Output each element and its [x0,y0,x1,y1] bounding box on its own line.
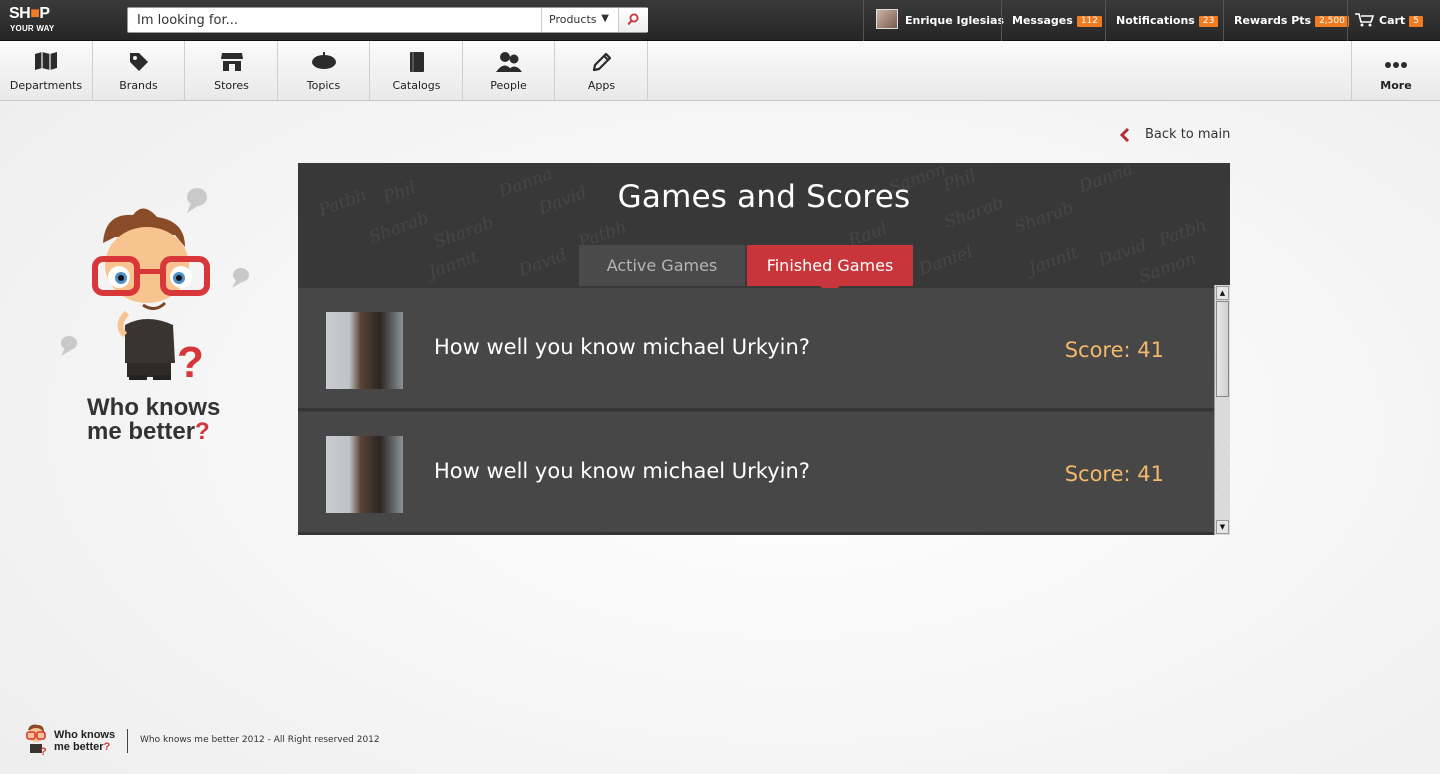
search-icon [627,13,639,26]
footer-brand: Who knows me better? [54,729,115,753]
tag-icon [129,53,148,71]
player-avatar [326,312,403,389]
nav-item-departments[interactable]: Departments [0,41,93,100]
nav-label-more: More [1380,79,1412,92]
top-bar: SH■P YOUR WAY Products ▼ Enrique Iglesia… [0,0,1440,41]
logo-text-sh: SH [9,5,31,22]
footer-brand-question: ? [103,741,111,753]
brand-title-question: ? [195,418,210,445]
nav-item-apps[interactable]: Apps [556,41,648,100]
mascot-illustration: ? [61,188,249,385]
notifications-menu[interactable]: Notifications 23 [1105,0,1223,41]
scrollbar-thumb[interactable] [1216,301,1229,397]
game-question: How well you know michael Urkyin? [434,335,810,359]
nav-label-departments: Departments [9,79,83,92]
map-icon [35,52,57,70]
logo-text-p: P [39,5,50,22]
messages-menu[interactable]: Messages 112 [1001,0,1105,41]
games-list: How well you know michael Urkyin? Score:… [298,288,1214,535]
nav-item-topics[interactable]: Topics [278,41,370,100]
page-title: Games and Scores [617,179,911,215]
shop-your-way-logo[interactable]: SH■P YOUR WAY [9,5,69,35]
ellipsis-icon [1385,62,1407,68]
cart-count-badge: 5 [1409,16,1423,27]
scroll-down-arrow-icon[interactable]: ▼ [1216,520,1229,534]
nav-label-brands: Brands [119,79,158,92]
nav-item-people[interactable]: People [463,41,555,100]
user-name: Enrique Iglesias [905,14,1005,27]
list-item[interactable]: How well you know michael Urkyin? Score:… [298,288,1214,411]
messages-label: Messages [1012,14,1073,27]
question-mark-icon: ? [177,338,204,385]
nav-item-catalogs[interactable]: Catalogs [371,41,463,100]
user-avatar [876,9,898,29]
tab-active-games[interactable]: Active Games [579,245,745,286]
pencil-icon [592,52,611,72]
game-score: Score: 41 [1064,338,1164,362]
search-bar: Products ▼ [127,7,648,33]
footer-mascot-icon: ? [26,724,47,756]
svg-text:?: ? [40,746,47,756]
catalog-icon [409,52,424,72]
people-icon [495,52,522,72]
footer-divider [127,729,128,753]
brand-title-line1: Who knows [87,394,221,421]
game-question: How well you know michael Urkyin? [434,459,810,483]
brand-title-line2: me better [87,418,196,445]
notifications-label: Notifications [1116,14,1195,27]
footer-brand-line1: Who knows [54,729,116,741]
messages-count-badge: 112 [1076,16,1102,27]
rewards-menu[interactable]: Rewards Pts 2,500 [1223,0,1349,41]
nav-label-stores: Stores [214,79,249,92]
user-profile-menu[interactable]: Enrique Iglesias [863,0,1005,41]
main-nav: Departments Brands Stores Topics Catalog… [0,41,1440,101]
logo-tagline: YOUR WAY [10,24,55,33]
cart-menu[interactable]: Cart 5 [1347,0,1440,41]
nav-item-stores[interactable]: Stores [186,41,278,100]
rewards-count-badge: 2,500 [1315,16,1349,27]
games-panel: Patbh Phil Danna David Sharab Sharab Pat… [298,163,1230,535]
dropdown-caret-icon: ▼ [601,13,609,24]
nav-label-topics: Topics [306,79,341,92]
nav-label-catalogs: Catalogs [392,79,441,92]
search-category-select[interactable]: Products ▼ [541,8,618,32]
back-to-main-label: Back to main [1145,127,1231,142]
search-button[interactable] [618,8,648,32]
scroll-up-arrow-icon[interactable]: ▲ [1216,286,1229,300]
store-icon [220,53,243,71]
rewards-label: Rewards Pts [1234,14,1312,27]
cart-icon [1355,13,1375,27]
footer-brand-line2: me better [54,741,104,753]
chevron-left-icon [1120,128,1130,142]
notifications-count-badge: 23 [1198,16,1219,27]
list-scrollbar[interactable]: ▲ ▼ [1214,285,1230,535]
beret-icon [311,52,336,69]
brand-title: Who knows me better? [87,396,220,444]
tab-finished-games[interactable]: Finished Games [747,245,913,288]
list-item[interactable]: How well you know michael Urkyin? Score:… [298,412,1214,535]
game-score: Score: 41 [1064,462,1164,486]
cart-label: Cart [1379,14,1406,27]
search-input[interactable] [128,8,541,32]
nav-label-apps: Apps [587,79,616,92]
nav-item-more[interactable]: More [1351,41,1440,100]
player-avatar [326,436,403,513]
search-category-value: Products [549,13,597,26]
nav-label-people: People [490,79,527,92]
panel-header: Patbh Phil Danna David Sharab Sharab Pat… [298,163,1230,288]
tab-finished-games-label: Finished Games [766,256,894,275]
footer-copyright: Who knows me better 2012 - All Right res… [140,735,380,745]
nav-item-brands[interactable]: Brands [93,41,185,100]
